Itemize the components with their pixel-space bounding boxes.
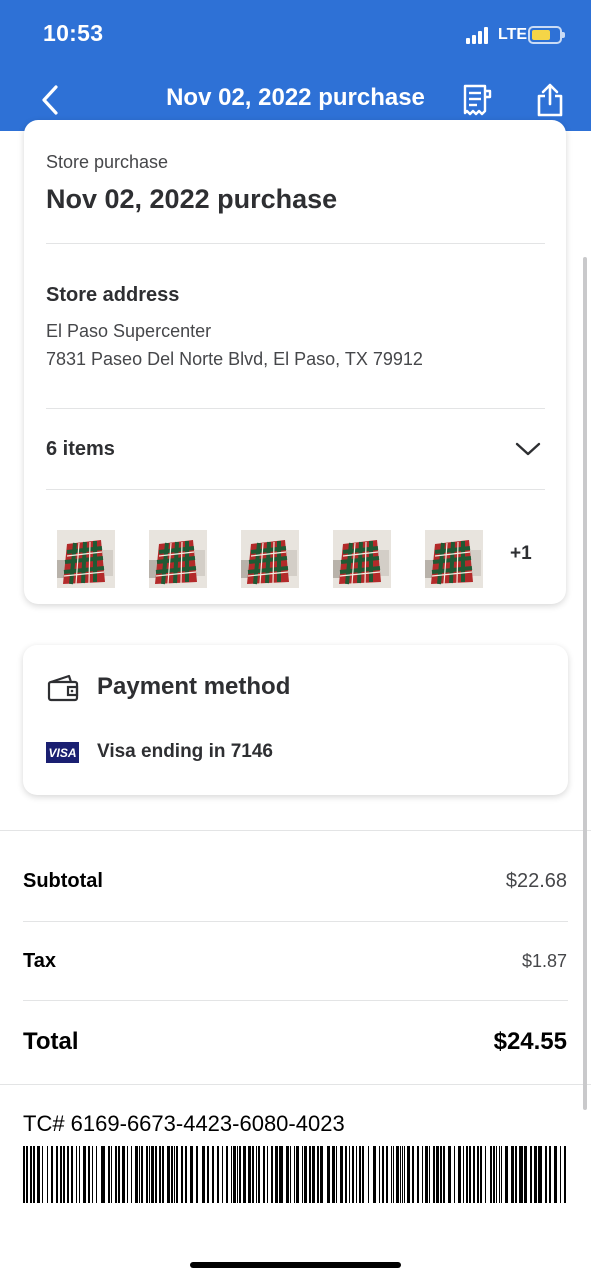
plaid-blanket-image xyxy=(149,530,207,588)
item-thumbnail[interactable] xyxy=(57,530,115,588)
back-button[interactable] xyxy=(30,78,70,122)
chevron-down-icon xyxy=(515,442,541,456)
divider xyxy=(0,1084,591,1085)
signal-icon xyxy=(466,27,494,44)
tax-value: $1.87 xyxy=(521,951,567,971)
subtotal-value: $22.68 xyxy=(505,870,567,892)
purchase-title: Nov 02, 2022 purchase xyxy=(46,184,338,214)
more-items-count[interactable]: +1 xyxy=(510,543,532,565)
divider xyxy=(23,1000,568,1001)
battery-icon xyxy=(528,26,565,44)
barcode xyxy=(23,1146,566,1203)
purchase-details-card: Store purchase Nov 02, 2022 purchase Sto… xyxy=(24,120,566,604)
items-toggle[interactable]: 6 items xyxy=(24,409,566,489)
item-thumbnail[interactable] xyxy=(333,530,391,588)
store-name: El Paso Supercenter xyxy=(46,321,212,341)
top-header: 10:53 LTE Nov 02, 2022 purchase xyxy=(0,0,591,131)
page-title: Nov 02, 2022 purchase xyxy=(166,84,425,111)
subtotal-label: Subtotal xyxy=(23,870,103,892)
plaid-blanket-image xyxy=(241,530,299,588)
chevron-left-icon xyxy=(42,85,58,115)
item-thumbnail[interactable] xyxy=(149,530,207,588)
items-count: 6 items xyxy=(46,438,115,460)
total-value: $24.55 xyxy=(493,1028,567,1055)
tax-label: Tax xyxy=(23,950,56,972)
divider xyxy=(46,489,545,490)
share-button[interactable] xyxy=(530,78,570,122)
store-address-heading: Store address xyxy=(46,284,180,306)
plaid-blanket-image xyxy=(57,530,115,588)
store-street: 7831 Paseo Del Norte Blvd, El Paso, TX 7… xyxy=(46,349,423,369)
share-icon xyxy=(537,83,563,117)
view-receipt-button[interactable] xyxy=(456,80,498,120)
tc-number: TC# 6169-6673-4423-6080-4023 xyxy=(23,1111,345,1136)
plaid-blanket-image xyxy=(333,530,391,588)
receipt-icon xyxy=(463,84,492,116)
divider xyxy=(46,243,545,244)
total-label: Total xyxy=(23,1028,79,1055)
payment-method-heading: Payment method xyxy=(97,673,291,700)
item-thumbnail[interactable] xyxy=(241,530,299,588)
card-description: Visa ending in 7146 xyxy=(97,741,274,762)
visa-logo-icon: VISA xyxy=(46,742,79,763)
payment-method-card: Payment method VISA Visa ending in 7146 xyxy=(23,645,568,795)
divider xyxy=(0,830,591,831)
network-type: LTE xyxy=(498,26,528,43)
plaid-blanket-image xyxy=(425,530,483,588)
scrollbar[interactable] xyxy=(583,257,587,1110)
item-thumbnail[interactable] xyxy=(425,530,483,588)
purchase-type-label: Store purchase xyxy=(46,152,169,172)
status-time: 10:53 xyxy=(43,20,104,46)
divider xyxy=(23,921,568,922)
wallet-icon xyxy=(47,674,79,702)
home-indicator[interactable] xyxy=(190,1262,401,1268)
